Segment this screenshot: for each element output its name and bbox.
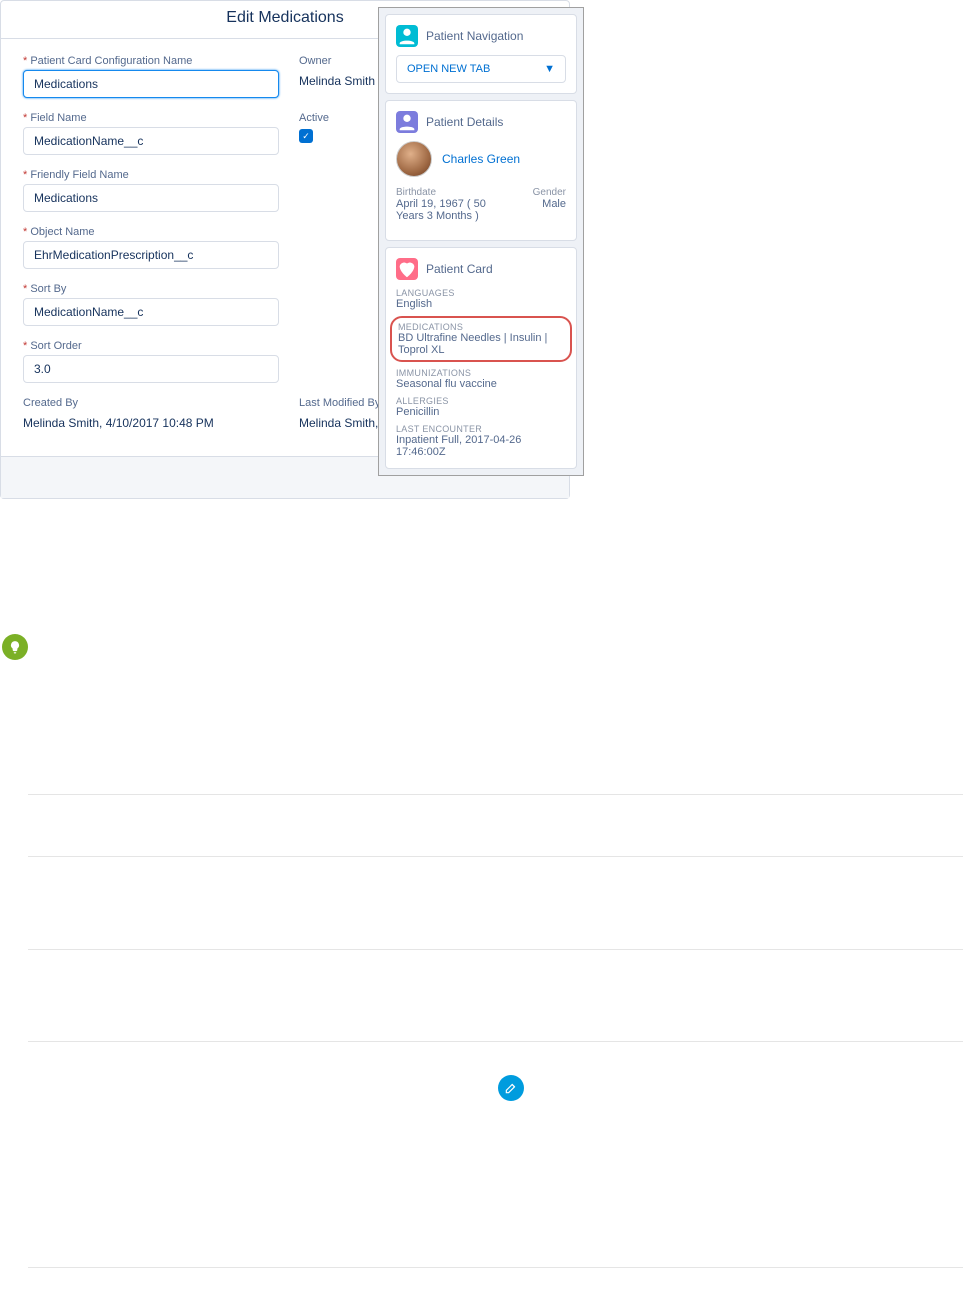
divider — [28, 949, 963, 950]
gender-value: Male — [542, 198, 566, 210]
encounter-label: LAST ENCOUNTER — [396, 424, 566, 434]
gender-label: Gender — [533, 187, 566, 198]
encounter-value: Inpatient Full, 2017-04-26 17:46:00Z — [396, 434, 566, 458]
immunizations-label: IMMUNIZATIONS — [396, 368, 566, 378]
immunizations-value: Seasonal flu vaccine — [396, 378, 566, 390]
config-name-input[interactable] — [23, 70, 279, 98]
medications-value: BD Ultrafine Needles | Insulin | Toprol … — [398, 332, 564, 356]
sortorder-label: Sort Order — [23, 340, 279, 352]
divider — [28, 794, 963, 795]
object-input[interactable] — [23, 241, 279, 269]
patient-panel: Patient Navigation OPEN NEW TAB ▼ Patien… — [378, 7, 584, 476]
nav-title: Patient Navigation — [426, 29, 523, 43]
allergies-value: Penicillin — [396, 406, 566, 418]
person-icon — [396, 111, 418, 133]
languages-value: English — [396, 298, 566, 310]
friendly-label: Friendly Field Name — [23, 169, 279, 181]
person-icon — [396, 25, 418, 47]
allergies-label: ALLERGIES — [396, 396, 566, 406]
active-checkbox[interactable]: ✓ — [299, 129, 313, 143]
medications-label: MEDICATIONS — [398, 322, 564, 332]
divider — [28, 1041, 963, 1042]
friendly-input[interactable] — [23, 184, 279, 212]
languages-label: LANGUAGES — [396, 288, 566, 298]
field-name-input[interactable] — [23, 127, 279, 155]
config-name-label: Patient Card Configuration Name — [23, 55, 279, 67]
heart-icon — [396, 258, 418, 280]
createdby-value: Melinda Smith, 4/10/2017 10:48 PM — [23, 412, 279, 430]
edit-icon[interactable] — [498, 1075, 524, 1101]
birthdate-value: April 19, 1967 ( 50 Years 3 Months ) — [396, 198, 516, 222]
createdby-label: Created By — [23, 397, 279, 409]
birthdate-label: Birthdate — [396, 187, 436, 198]
patient-details-card: Patient Details Charles Green Birthdate … — [385, 100, 577, 241]
divider — [28, 1267, 963, 1268]
field-name-label: Field Name — [23, 112, 279, 124]
patient-card: Patient Card LANGUAGES English MEDICATIO… — [385, 247, 577, 469]
sortby-label: Sort By — [23, 283, 279, 295]
sortby-input[interactable] — [23, 298, 279, 326]
medications-highlight: MEDICATIONS BD Ultrafine Needles | Insul… — [390, 316, 572, 362]
avatar — [396, 141, 432, 177]
tip-icon — [2, 634, 28, 660]
sortorder-input[interactable] — [23, 355, 279, 383]
open-new-tab-button[interactable]: OPEN NEW TAB ▼ — [396, 55, 566, 83]
details-title: Patient Details — [426, 115, 503, 129]
chevron-down-icon: ▼ — [544, 63, 555, 75]
object-label: Object Name — [23, 226, 279, 238]
patient-name-link[interactable]: Charles Green — [442, 152, 520, 166]
open-tab-label: OPEN NEW TAB — [407, 63, 490, 75]
patient-card-title: Patient Card — [426, 262, 493, 276]
patient-navigation-card: Patient Navigation OPEN NEW TAB ▼ — [385, 14, 577, 94]
divider — [28, 856, 963, 857]
